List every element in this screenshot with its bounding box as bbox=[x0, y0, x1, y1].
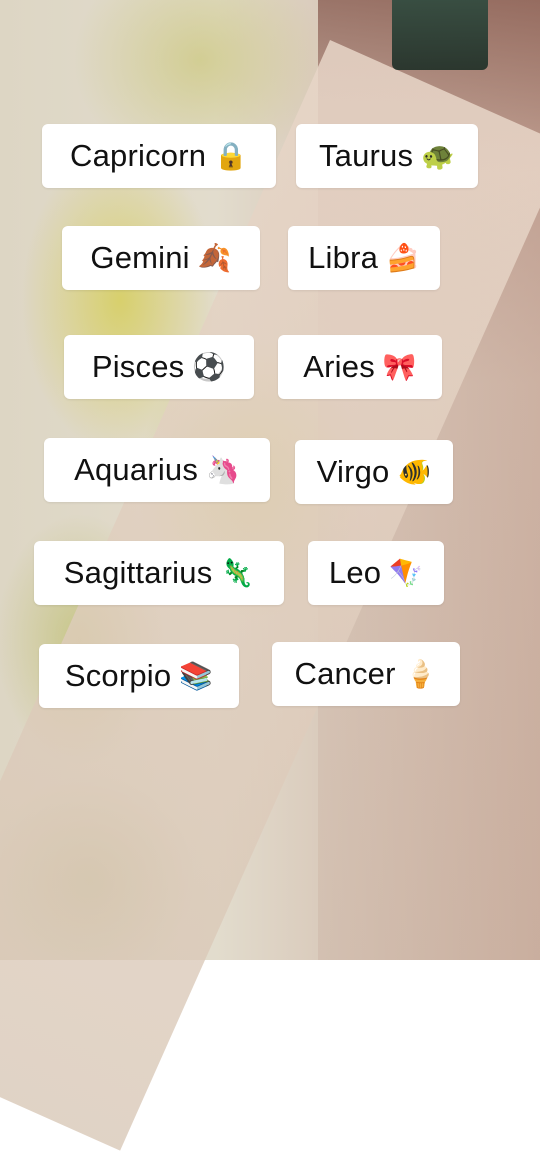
tag-label: Virgo bbox=[316, 454, 390, 489]
tag-label: Pisces bbox=[91, 349, 185, 384]
tropical-fish-icon: 🐠 bbox=[397, 457, 432, 488]
tag-label: Gemini bbox=[90, 240, 190, 275]
tag-label: Libra bbox=[308, 240, 379, 275]
tag-label: Aries bbox=[303, 349, 375, 384]
tag-label: Sagittarius bbox=[63, 555, 213, 590]
tag-label: Leo bbox=[328, 555, 382, 590]
tag-leo: Leo 🪁 bbox=[308, 541, 444, 605]
lizard-icon: 🦎 bbox=[220, 558, 255, 589]
tag-cancer: Cancer 🍦 bbox=[272, 642, 460, 706]
tag-gemini: Gemini 🍂 bbox=[62, 226, 260, 290]
tag-taurus: Taurus 🐢 bbox=[296, 124, 478, 188]
fallen-leaf-icon: 🍂 bbox=[197, 243, 232, 274]
ribbon-icon: 🎀 bbox=[382, 352, 417, 383]
kite-icon: 🪁 bbox=[389, 558, 424, 589]
cake-icon: 🍰 bbox=[386, 243, 420, 274]
turtle-icon: 🐢 bbox=[421, 141, 456, 172]
tag-label: Scorpio bbox=[64, 658, 172, 693]
lock-icon: 🔒 bbox=[214, 141, 248, 172]
soccer-ball-icon: ⚽ bbox=[192, 352, 227, 383]
tag-scorpio: Scorpio 📚 bbox=[39, 644, 239, 708]
tag-capricorn: Capricorn 🔒 bbox=[42, 124, 276, 188]
books-icon: 📚 bbox=[179, 661, 214, 692]
tag-aquarius: Aquarius 🦄 bbox=[44, 438, 270, 502]
tag-label: Capricorn bbox=[69, 138, 207, 173]
unicorn-icon: 🦄 bbox=[206, 455, 240, 486]
tag-virgo: Virgo 🐠 bbox=[295, 440, 453, 504]
tag-label: Aquarius bbox=[74, 452, 199, 487]
ice-cream-icon: 🍦 bbox=[403, 659, 438, 690]
tag-label: Taurus bbox=[318, 138, 414, 173]
tag-aries: Aries 🎀 bbox=[278, 335, 442, 399]
tag-label: Cancer bbox=[294, 656, 396, 691]
tag-sagittarius: Sagittarius 🦎 bbox=[34, 541, 284, 605]
tag-pisces: Pisces ⚽ bbox=[64, 335, 254, 399]
picture-frame bbox=[392, 0, 488, 70]
tag-libra: Libra 🍰 bbox=[288, 226, 440, 290]
